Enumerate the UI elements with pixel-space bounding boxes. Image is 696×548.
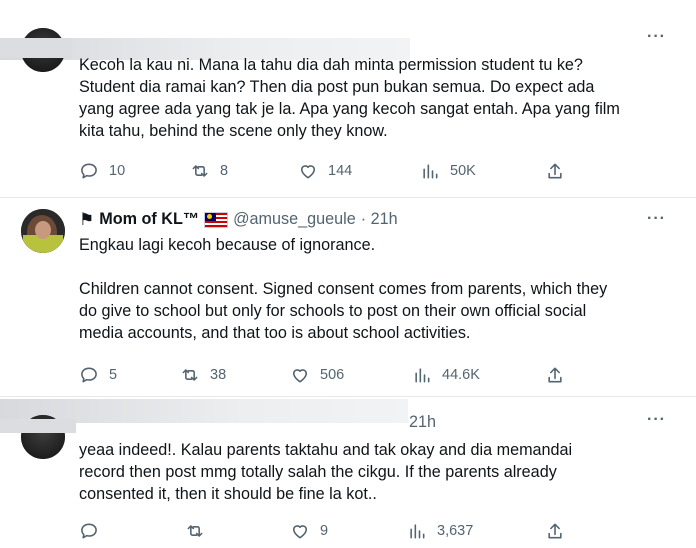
black-flag-icon: ⚑ <box>79 210 95 229</box>
share-button[interactable] <box>545 160 565 182</box>
retweet-icon <box>182 369 198 381</box>
retweet-icon <box>187 525 203 537</box>
retweet-button[interactable]: 38 <box>180 364 226 386</box>
tweet-text: Engkau lagi kecoh because of ignorance. … <box>79 236 608 342</box>
tweet-actions: 5 38 506 44.6K <box>79 364 579 386</box>
timestamp[interactable]: 21h <box>409 413 436 432</box>
more-options-button[interactable]: ··· <box>647 210 666 228</box>
tweet-actions: 9 3,637 <box>79 520 579 542</box>
like-button[interactable]: 506 <box>290 364 344 386</box>
reply-icon <box>81 367 97 383</box>
tweet-text: yeaa indeed!. Kalau parents taktahu and … <box>79 441 573 503</box>
reply-count: 10 <box>109 163 126 179</box>
analytics-icon <box>423 164 438 179</box>
tweet-3: 21h ··· yeaa indeed!. Kalau parents takt… <box>0 397 696 548</box>
share-button[interactable] <box>545 520 565 542</box>
tweet-actions: 10 8 144 50K <box>79 160 579 182</box>
views-count: 44.6K <box>442 367 480 383</box>
tweet-header: ⚑ Mom of KL™ @amuse_gueule · 21h <box>79 210 398 229</box>
more-options-button[interactable]: ··· <box>647 28 666 46</box>
reply-button[interactable] <box>79 520 109 542</box>
redacted-avatar-overlay <box>0 419 76 433</box>
retweet-count: 38 <box>210 367 227 383</box>
tweet-2: ⚑ Mom of KL™ @amuse_gueule · 21h ··· Eng… <box>0 198 696 396</box>
retweet-icon <box>192 165 208 177</box>
share-button[interactable] <box>545 364 565 386</box>
reply-count: 5 <box>109 367 118 383</box>
analytics-icon <box>415 368 430 383</box>
like-count: 144 <box>328 163 353 179</box>
heart-icon <box>292 525 308 539</box>
tweet-1: ··· Kecoh la kau ni. Mana la tahu dia da… <box>0 0 696 198</box>
heart-icon <box>292 369 308 383</box>
redacted-avatar-overlay <box>0 38 72 58</box>
avatar[interactable] <box>21 209 65 253</box>
reply-icon <box>81 163 97 179</box>
like-button[interactable]: 9 <box>290 520 328 542</box>
analytics-icon <box>410 524 425 539</box>
share-icon <box>548 523 562 539</box>
user-handle[interactable]: @amuse_gueule <box>233 210 356 229</box>
retweet-button[interactable]: 8 <box>190 160 228 182</box>
views-count: 50K <box>450 163 476 179</box>
like-button[interactable]: 144 <box>298 160 352 182</box>
reply-button[interactable]: 10 <box>79 160 125 182</box>
tweet-text: Kecoh la kau ni. Mana la tahu dia dah mi… <box>79 56 620 140</box>
like-count: 9 <box>320 523 329 539</box>
timestamp[interactable]: · 21h <box>361 210 398 229</box>
reply-icon <box>81 523 97 539</box>
views-button[interactable]: 44.6K <box>412 364 480 386</box>
retweet-button[interactable] <box>185 520 215 542</box>
share-icon <box>548 367 562 383</box>
share-icon <box>548 163 562 179</box>
more-options-button[interactable]: ··· <box>647 411 666 429</box>
display-name[interactable]: Mom of KL™ <box>99 210 199 229</box>
heart-icon <box>300 165 316 179</box>
reply-button[interactable]: 5 <box>79 364 117 386</box>
malaysia-flag-icon <box>204 211 229 228</box>
like-count: 506 <box>320 367 345 383</box>
views-button[interactable]: 50K <box>420 160 476 182</box>
views-count: 3,637 <box>437 523 474 539</box>
views-button[interactable]: 3,637 <box>407 520 473 542</box>
retweet-count: 8 <box>220 163 229 179</box>
